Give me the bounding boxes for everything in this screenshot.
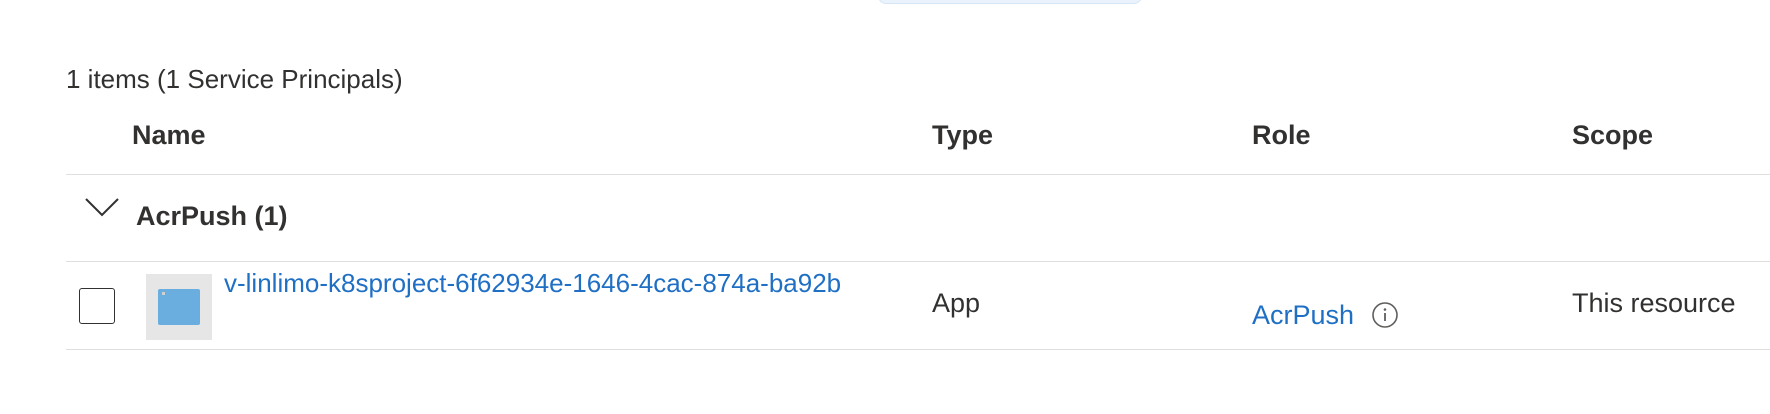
scope-cell: This resource [1572,288,1736,318]
info-icon[interactable] [1371,301,1399,329]
column-header-type[interactable]: Type [932,120,993,151]
table-row[interactable]: v-linlimo-k8sproject-6f62934e-1646-4cac-… [66,262,1770,350]
column-header-scope[interactable]: Scope [1572,120,1653,151]
items-summary: 1 items (1 Service Principals) [66,64,403,94]
column-header-role[interactable]: Role [1252,120,1311,151]
role-link[interactable]: AcrPush [1252,300,1354,331]
chevron-down-icon[interactable] [84,195,120,219]
app-registration-icon [146,274,212,340]
row-checkbox[interactable] [79,288,115,324]
group-label: AcrPush (1) [136,201,288,231]
service-principal-name-link[interactable]: v-linlimo-k8sproject-6f62934e-1646-4cac-… [224,268,841,299]
table-header: Name Type Role Scope [66,104,1770,175]
type-cell: App [932,288,981,318]
column-header-name[interactable]: Name [132,120,206,151]
group-header-row: AcrPush (1) [66,175,1770,262]
top-pill-control[interactable] [878,0,1142,4]
